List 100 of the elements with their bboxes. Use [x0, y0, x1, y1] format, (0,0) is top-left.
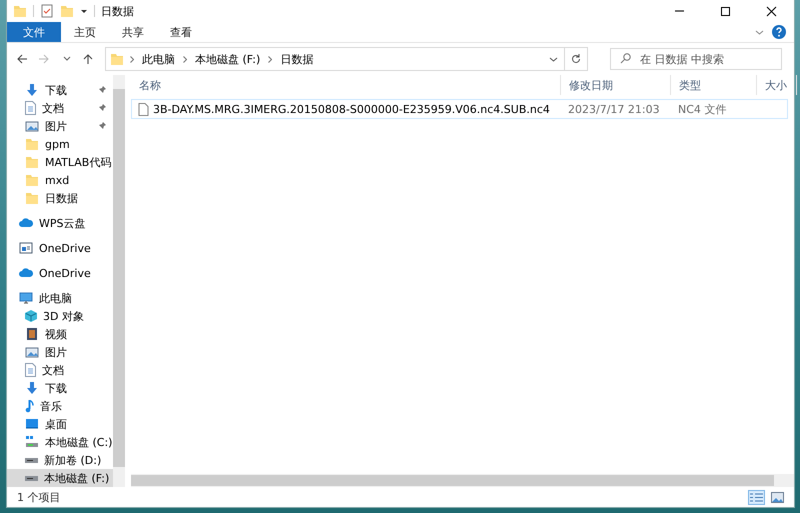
folder-icon	[25, 137, 39, 151]
monitor-icon	[19, 291, 33, 305]
chevron-right-icon	[130, 56, 134, 62]
sidebar-item[interactable]: 文档	[7, 99, 113, 117]
sidebar-item[interactable]: 3D 对象	[7, 307, 113, 325]
sidebar-item[interactable]: 图片	[7, 117, 113, 135]
item-count: 1 个项目	[17, 490, 60, 504]
forward-icon	[38, 53, 50, 65]
ribbon-tab[interactable]: 主页	[61, 22, 109, 42]
chevron-right-icon	[268, 56, 272, 62]
sidebar-label: 日数据	[45, 190, 78, 206]
address-bar[interactable]: 此电脑 本地磁盘 (F:) 日数据	[105, 47, 588, 71]
window-title: 日数据	[101, 4, 134, 18]
breadcrumb[interactable]: 本地磁盘 (F:)	[193, 52, 262, 66]
picture-icon	[25, 119, 39, 133]
sidebar-label: 本地磁盘 (F:)	[44, 470, 110, 486]
details-list-icon	[750, 492, 763, 502]
dropdown-arrow-icon	[80, 7, 88, 15]
refresh-icon	[571, 54, 581, 64]
music-note-icon	[25, 399, 34, 413]
sidebar-label: 本地磁盘 (C:)	[45, 434, 112, 450]
breadcrumb[interactable]: 日数据	[278, 52, 316, 66]
sidebar-label: OneDrive	[39, 242, 91, 254]
sidebar-item[interactable]: WPS云盘	[7, 214, 113, 232]
ribbon-tab[interactable]: 查看	[157, 22, 205, 42]
help-icon	[772, 25, 786, 39]
sidebar-item[interactable]: 下载	[7, 379, 113, 397]
sidebar-item[interactable]: gpm	[7, 135, 113, 153]
sidebar-item[interactable]: 桌面	[7, 415, 113, 433]
folder-icon	[60, 4, 74, 18]
sidebar-label: OneDrive	[39, 266, 91, 280]
folder-icon	[110, 52, 124, 66]
folder-icon	[25, 173, 39, 187]
file-icon	[138, 102, 149, 116]
sidebar-item[interactable]: 视频	[7, 325, 113, 343]
file-name: 3B-DAY.MS.MRG.3IMERG.20150808-S000000-E235959.V06.nc4.SUB.nc4	[153, 102, 550, 116]
column-header[interactable]: 类型	[671, 75, 757, 95]
search-icon	[620, 53, 631, 64]
sidebar-label: 3D 对象	[43, 308, 84, 324]
column-header[interactable]: 修改日期	[561, 75, 671, 95]
cloud-icon	[19, 266, 33, 280]
sidebar-item[interactable]: mxd	[7, 171, 113, 189]
sidebar-item[interactable]: 文档	[7, 361, 113, 379]
sidebar-item[interactable]: 此电脑	[7, 289, 113, 307]
modified-date: 2023/7/17 21:03	[567, 102, 661, 116]
sidebar-label: MATLAB代码	[45, 154, 112, 170]
column-header[interactable]: 大小	[757, 75, 797, 95]
file-row[interactable]: 3B-DAY.MS.MRG.3IMERG.20150808-S000000-E235959.V06.nc4.SUB.nc4 2023/7/17 21:03 NC4 文件	[131, 99, 788, 119]
sidebar-label: 桌面	[45, 416, 67, 432]
sidebar-item[interactable]: 下载	[7, 81, 113, 99]
details-view-button[interactable]	[748, 490, 765, 504]
ribbon-tab[interactable]: 文件	[7, 22, 61, 42]
sidebar-item[interactable]: 音乐	[7, 397, 113, 415]
sidebar-item[interactable]: 日数据	[7, 189, 113, 207]
maximize-icon	[720, 6, 730, 16]
sidebar-label: 文档	[42, 100, 64, 116]
breadcrumb[interactable]: 此电脑	[140, 52, 177, 66]
large-icons-view-button[interactable]	[769, 490, 786, 504]
document-icon	[25, 101, 36, 115]
file-type: NC4 文件	[677, 102, 728, 116]
chevron-down-icon	[549, 54, 558, 64]
chevron-down-icon	[755, 28, 764, 36]
sidebar-label: 此电脑	[39, 290, 72, 306]
ribbon-tab[interactable]: 共享	[109, 22, 157, 42]
search-field[interactable]: 在 日数据 中搜索	[610, 48, 782, 70]
picture-icon	[25, 345, 39, 359]
sidebar-item[interactable]: MATLAB代码	[7, 153, 113, 171]
back-icon	[16, 53, 28, 65]
picture-icon	[771, 492, 784, 502]
sidebar-label: 新加卷 (D:)	[44, 452, 102, 468]
drive-icon	[25, 458, 38, 462]
folder-icon	[13, 4, 27, 18]
vertical-scrollbar[interactable]	[113, 75, 125, 487]
column-header[interactable]: 名称	[131, 75, 561, 95]
sidebar-label: 下载	[45, 380, 67, 396]
sidebar-item[interactable]: 本地磁盘 (C:)	[7, 433, 113, 451]
sidebar-item[interactable]: OneDrive	[7, 239, 113, 257]
sidebar-label: 文档	[42, 362, 64, 378]
up-icon	[82, 53, 94, 65]
download-arrow-icon	[25, 381, 39, 395]
checklist-icon	[40, 4, 54, 18]
sidebar-label: mxd	[45, 174, 70, 186]
folder-icon	[25, 155, 39, 169]
folder-icon	[25, 191, 39, 205]
sidebar-item[interactable]: OneDrive	[7, 264, 113, 282]
horizontal-scrollbar[interactable]	[131, 474, 794, 487]
sidebar-label: 视频	[45, 326, 67, 342]
sidebar-label: 图片	[45, 118, 67, 134]
sidebar-item[interactable]: 图片	[7, 343, 113, 361]
cloud-icon	[19, 216, 33, 230]
sidebar-label: WPS云盘	[39, 216, 86, 230]
drive-icon	[25, 435, 39, 449]
window-card-icon	[19, 241, 33, 255]
sidebar-item[interactable]: 本地磁盘 (F:)	[7, 469, 113, 487]
sidebar-label: 图片	[45, 344, 67, 360]
sidebar-item[interactable]: 新加卷 (D:)	[7, 451, 113, 469]
sidebar-label: 下载	[45, 82, 67, 98]
chevron-right-icon	[183, 56, 187, 62]
film-icon	[25, 327, 39, 341]
desktop-icon	[25, 417, 39, 431]
